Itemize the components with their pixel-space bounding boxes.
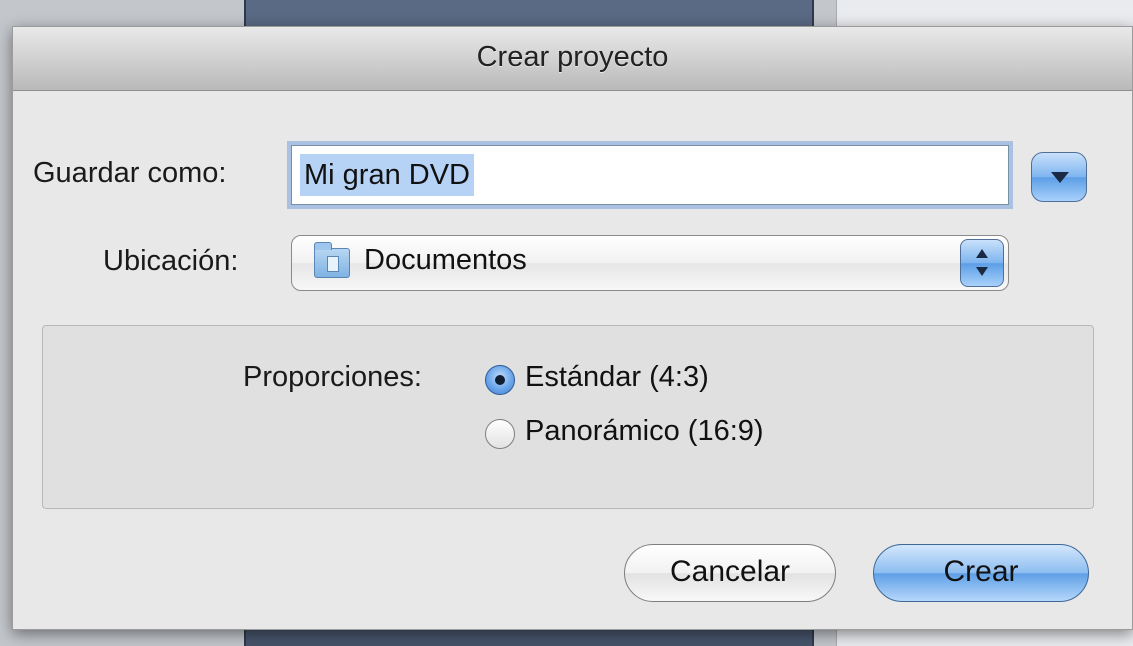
create-project-dialog: Crear proyecto Guardar como: Mi gran DVD… xyxy=(12,26,1133,630)
radio-widescreen[interactable] xyxy=(485,419,515,449)
chevron-down-icon xyxy=(1051,172,1069,183)
save-as-input[interactable]: Mi gran DVD xyxy=(291,145,1009,205)
radio-standard-label[interactable]: Estándar (4:3) xyxy=(525,361,709,394)
folder-icon xyxy=(314,242,350,278)
radio-standard[interactable] xyxy=(485,365,515,395)
location-value: Documentos xyxy=(364,244,527,276)
location-popup[interactable]: Documentos xyxy=(291,235,1009,291)
save-as-value: Mi gran DVD xyxy=(300,154,474,196)
create-button[interactable]: Crear xyxy=(873,544,1089,602)
cancel-button[interactable]: Cancelar xyxy=(624,544,836,602)
dialog-titlebar: Crear proyecto xyxy=(13,27,1132,91)
expand-dialog-button[interactable] xyxy=(1031,152,1087,202)
radio-widescreen-label[interactable]: Panorámico (16:9) xyxy=(525,415,764,448)
aspect-ratio-label: Proporciones: xyxy=(243,361,422,393)
dialog-title: Crear proyecto xyxy=(476,41,669,73)
save-as-label: Guardar como: xyxy=(33,157,227,189)
updown-stepper-icon xyxy=(960,239,1004,287)
location-label: Ubicación: xyxy=(103,245,239,277)
